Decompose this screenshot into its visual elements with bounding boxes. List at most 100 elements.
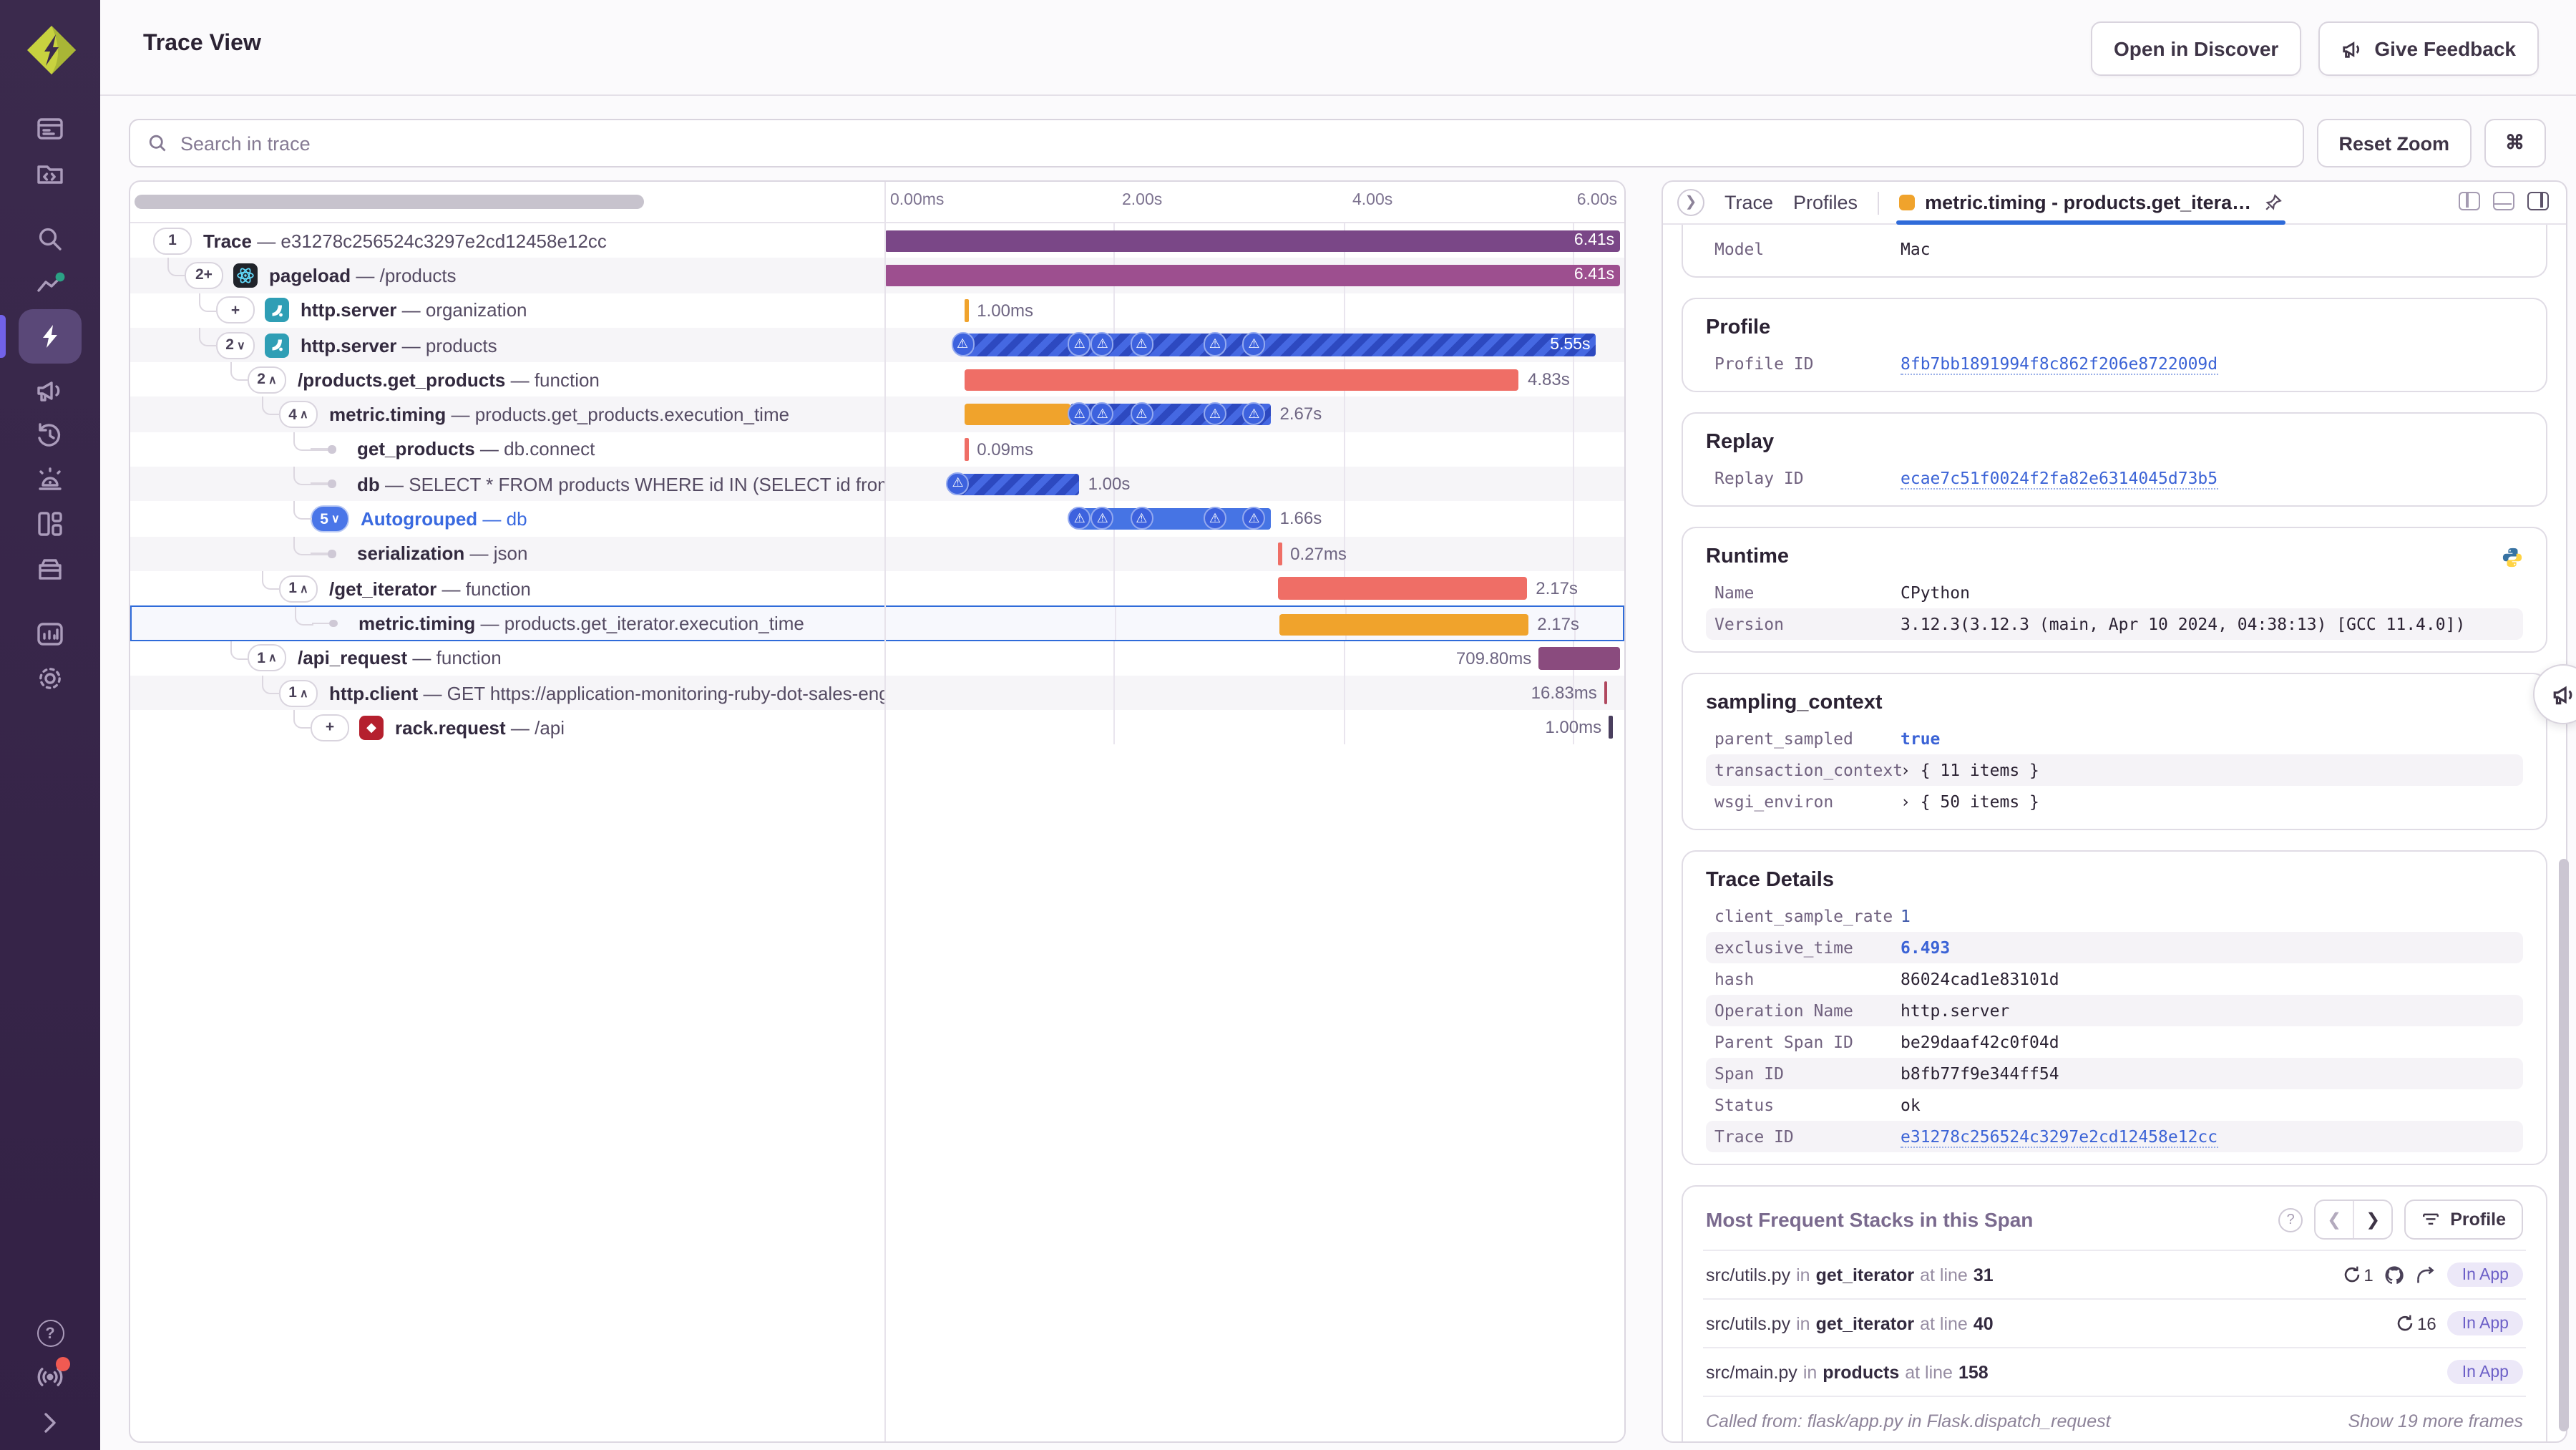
detail-row: client_sample_rate 1	[1706, 900, 2523, 932]
stack-frame-row[interactable]: src/utils.py in get_iterator at line 40 16…	[1703, 1298, 2526, 1347]
span-children-badge[interactable]: 5 ∨	[311, 505, 349, 533]
show-more-frames-link[interactable]: Show 19 more frames	[2348, 1411, 2523, 1431]
span-bar[interactable]	[965, 403, 1070, 426]
span-children-badge[interactable]: 1	[153, 227, 192, 255]
card-title: Profile	[1706, 316, 1771, 339]
sidebar-item-trends[interactable]	[19, 261, 82, 305]
span-row-trace[interactable]: 1 Trace — e31278c256524c3297e2cd12458e12c…	[130, 223, 1624, 258]
help-icon[interactable]: ?	[2278, 1207, 2303, 1232]
span-bar[interactable]	[959, 334, 1596, 356]
span-bar[interactable]	[884, 230, 1621, 252]
span-children-badge[interactable]: 2 ∧	[248, 366, 286, 394]
span-row--products-get-products[interactable]: 2 ∧ /products.get_products — function 4.83s	[130, 362, 1624, 397]
span-row-metric-timing[interactable]: 4 ∧ metric.timing — products.get_products.…	[130, 396, 1624, 432]
span-children-badge[interactable]: 2+	[185, 261, 223, 289]
sidebar-item-performance[interactable]	[0, 309, 82, 364]
prev-page-button[interactable]: ❮	[2316, 1201, 2355, 1238]
detail-value: Mac	[1901, 239, 1931, 259]
open-in-discover-button[interactable]: Open in Discover	[2091, 21, 2302, 76]
span-bar[interactable]	[1278, 577, 1528, 600]
span-row-get-products[interactable]: get_products — db.connect 0.09ms	[130, 432, 1624, 467]
card-title: Runtime	[1706, 545, 2523, 568]
error-warning-icon[interactable]: ⚠	[1242, 332, 1266, 356]
tab-profiles[interactable]: Profiles	[1793, 192, 1858, 213]
span-row-rack-request[interactable]: + ◆ rack.request — /api 1.00ms	[130, 710, 1624, 745]
sentry-logo[interactable]	[24, 23, 79, 77]
give-feedback-button[interactable]: Give Feedback	[2318, 21, 2539, 76]
span-children-badge[interactable]: 4 ∧	[279, 401, 318, 429]
sidebar-item-replays[interactable]	[19, 412, 82, 457]
error-warning-icon[interactable]: ⚠	[951, 332, 975, 356]
span-row-db[interactable]: db — SELECT * FROM products WHERE id IN …	[130, 467, 1624, 502]
span-row-pageload[interactable]: 2+ pageload — /products 6.41s	[130, 258, 1624, 293]
span-children-badge[interactable]: +	[216, 296, 255, 324]
span-row-http-server[interactable]: 2 ∨ http.server — products ⚠ ⚠ ⚠ ⚠ ⚠ ⚠ 5.55s	[130, 327, 1624, 363]
error-warning-icon[interactable]: ⚠	[1130, 332, 1153, 356]
in-app-badge: In App	[2447, 1311, 2523, 1335]
tree-waterfall-divider[interactable]	[884, 182, 886, 1441]
sidebar-item-releases[interactable]	[19, 545, 82, 590]
page-scrollbar[interactable]	[2559, 859, 2569, 1431]
tab-trace[interactable]: Trace	[1724, 192, 1773, 213]
sidebar-item-settings[interactable]	[19, 656, 82, 700]
layout-right-icon[interactable]	[2527, 192, 2549, 210]
sidebar-item-explore[interactable]	[19, 216, 82, 261]
shortcuts-button[interactable]: ⌘	[2484, 119, 2546, 167]
collapse-panel-icon[interactable]: ❯	[1677, 189, 1704, 216]
sidebar-item-feedback[interactable]	[19, 368, 82, 412]
span-tick[interactable]	[965, 437, 969, 461]
span-children-badge[interactable]: 1 ∧	[279, 575, 318, 603]
span-tick[interactable]	[1278, 542, 1282, 565]
span-row-http-server[interactable]: + http.server — organization 1.00ms	[130, 293, 1624, 328]
sidebar-item-stats[interactable]	[19, 611, 82, 656]
tree-connector	[293, 536, 312, 555]
sidebar-item-projects[interactable]	[19, 150, 82, 195]
span-tick[interactable]	[1609, 716, 1613, 739]
detail-value[interactable]: ecae7c51f0024f2fa82e6314045d73b5	[1901, 467, 2218, 489]
frame-function: products	[1823, 1362, 1900, 1382]
tree-scrollbar[interactable]	[135, 195, 644, 209]
sidebar-item-expand[interactable]	[34, 1407, 66, 1439]
error-warning-icon[interactable]: ⚠	[1203, 332, 1226, 356]
sidebar-item-alerts[interactable]	[19, 457, 82, 501]
span-bar[interactable]	[965, 369, 1519, 391]
sidebar-item-broadcast[interactable]	[34, 1357, 70, 1393]
axis-tick-label: 2.00s	[1122, 192, 1163, 209]
github-icon[interactable]	[2385, 1265, 2405, 1285]
tab-span-active[interactable]: metric.timing - products.get_iterat…	[1896, 182, 2286, 225]
span-row-metric-timing[interactable]: metric.timing — products.get_iterator.ex…	[130, 605, 1624, 641]
span-row--get-iterator[interactable]: 1 ∧ /get_iterator — function 2.17s	[130, 570, 1624, 606]
detail-value[interactable]: e31278c256524c3297e2cd12458e12cc	[1901, 1126, 2218, 1147]
megaphone-icon	[2343, 41, 2360, 57]
span-tick[interactable]	[965, 298, 969, 322]
stack-frame-row[interactable]: src/utils.py in get_iterator at line 31 1I…	[1703, 1250, 2526, 1298]
span-bar[interactable]	[884, 264, 1621, 287]
span-children-badge[interactable]: 1 ∧	[248, 644, 286, 672]
span-children-badge[interactable]: +	[311, 714, 349, 741]
layout-bottom-icon[interactable]	[2493, 192, 2514, 210]
sidebar-item-issues[interactable]	[19, 106, 82, 150]
layout-left-icon[interactable]	[2459, 192, 2480, 210]
sidebar-item-dashboards[interactable]	[19, 501, 82, 545]
detail-value[interactable]: 8fb7bb1891994f8c862f206e8722009d	[1901, 353, 2218, 374]
span-bar[interactable]	[954, 473, 1080, 496]
reset-zoom-button[interactable]: Reset Zoom	[2317, 119, 2471, 167]
span-children-badge[interactable]: 1 ∧	[279, 679, 318, 706]
span-row-serialization[interactable]: serialization — json 0.27ms	[130, 536, 1624, 571]
span-row-autogrouped[interactable]: 5 ∨ Autogrouped — db ⚠ ⚠ ⚠ ⚠ ⚠ 1.66s	[130, 501, 1624, 537]
details-scroll-area[interactable]: Model Mac Profile Profile ID 8fb7bb189199…	[1663, 225, 2566, 1441]
search-input[interactable]: Search in trace	[129, 119, 2305, 167]
span-row--api-request[interactable]: 1 ∧ /api_request — function 709.80ms	[130, 641, 1624, 676]
span-tick[interactable]	[1604, 681, 1608, 704]
span-bar[interactable]	[1279, 613, 1529, 636]
pin-icon[interactable]	[2264, 193, 2283, 212]
curve-arrow-icon[interactable]	[2416, 1265, 2436, 1285]
span-row-http-client[interactable]: 1 ∧ http.client — GET https://application-…	[130, 675, 1624, 711]
span-children-badge[interactable]: 2 ∨	[216, 331, 255, 359]
sidebar-item-help[interactable]: ?	[36, 1320, 64, 1347]
span-bar[interactable]	[1538, 647, 1621, 670]
next-page-button[interactable]: ❯	[2354, 1201, 2391, 1238]
detail-row: Parent Span ID be29daaf42c0f04d	[1706, 1026, 2523, 1058]
profile-button[interactable]: Profile	[2404, 1200, 2523, 1240]
stack-frame-row[interactable]: src/main.py in products at line 158 In App	[1703, 1347, 2526, 1396]
